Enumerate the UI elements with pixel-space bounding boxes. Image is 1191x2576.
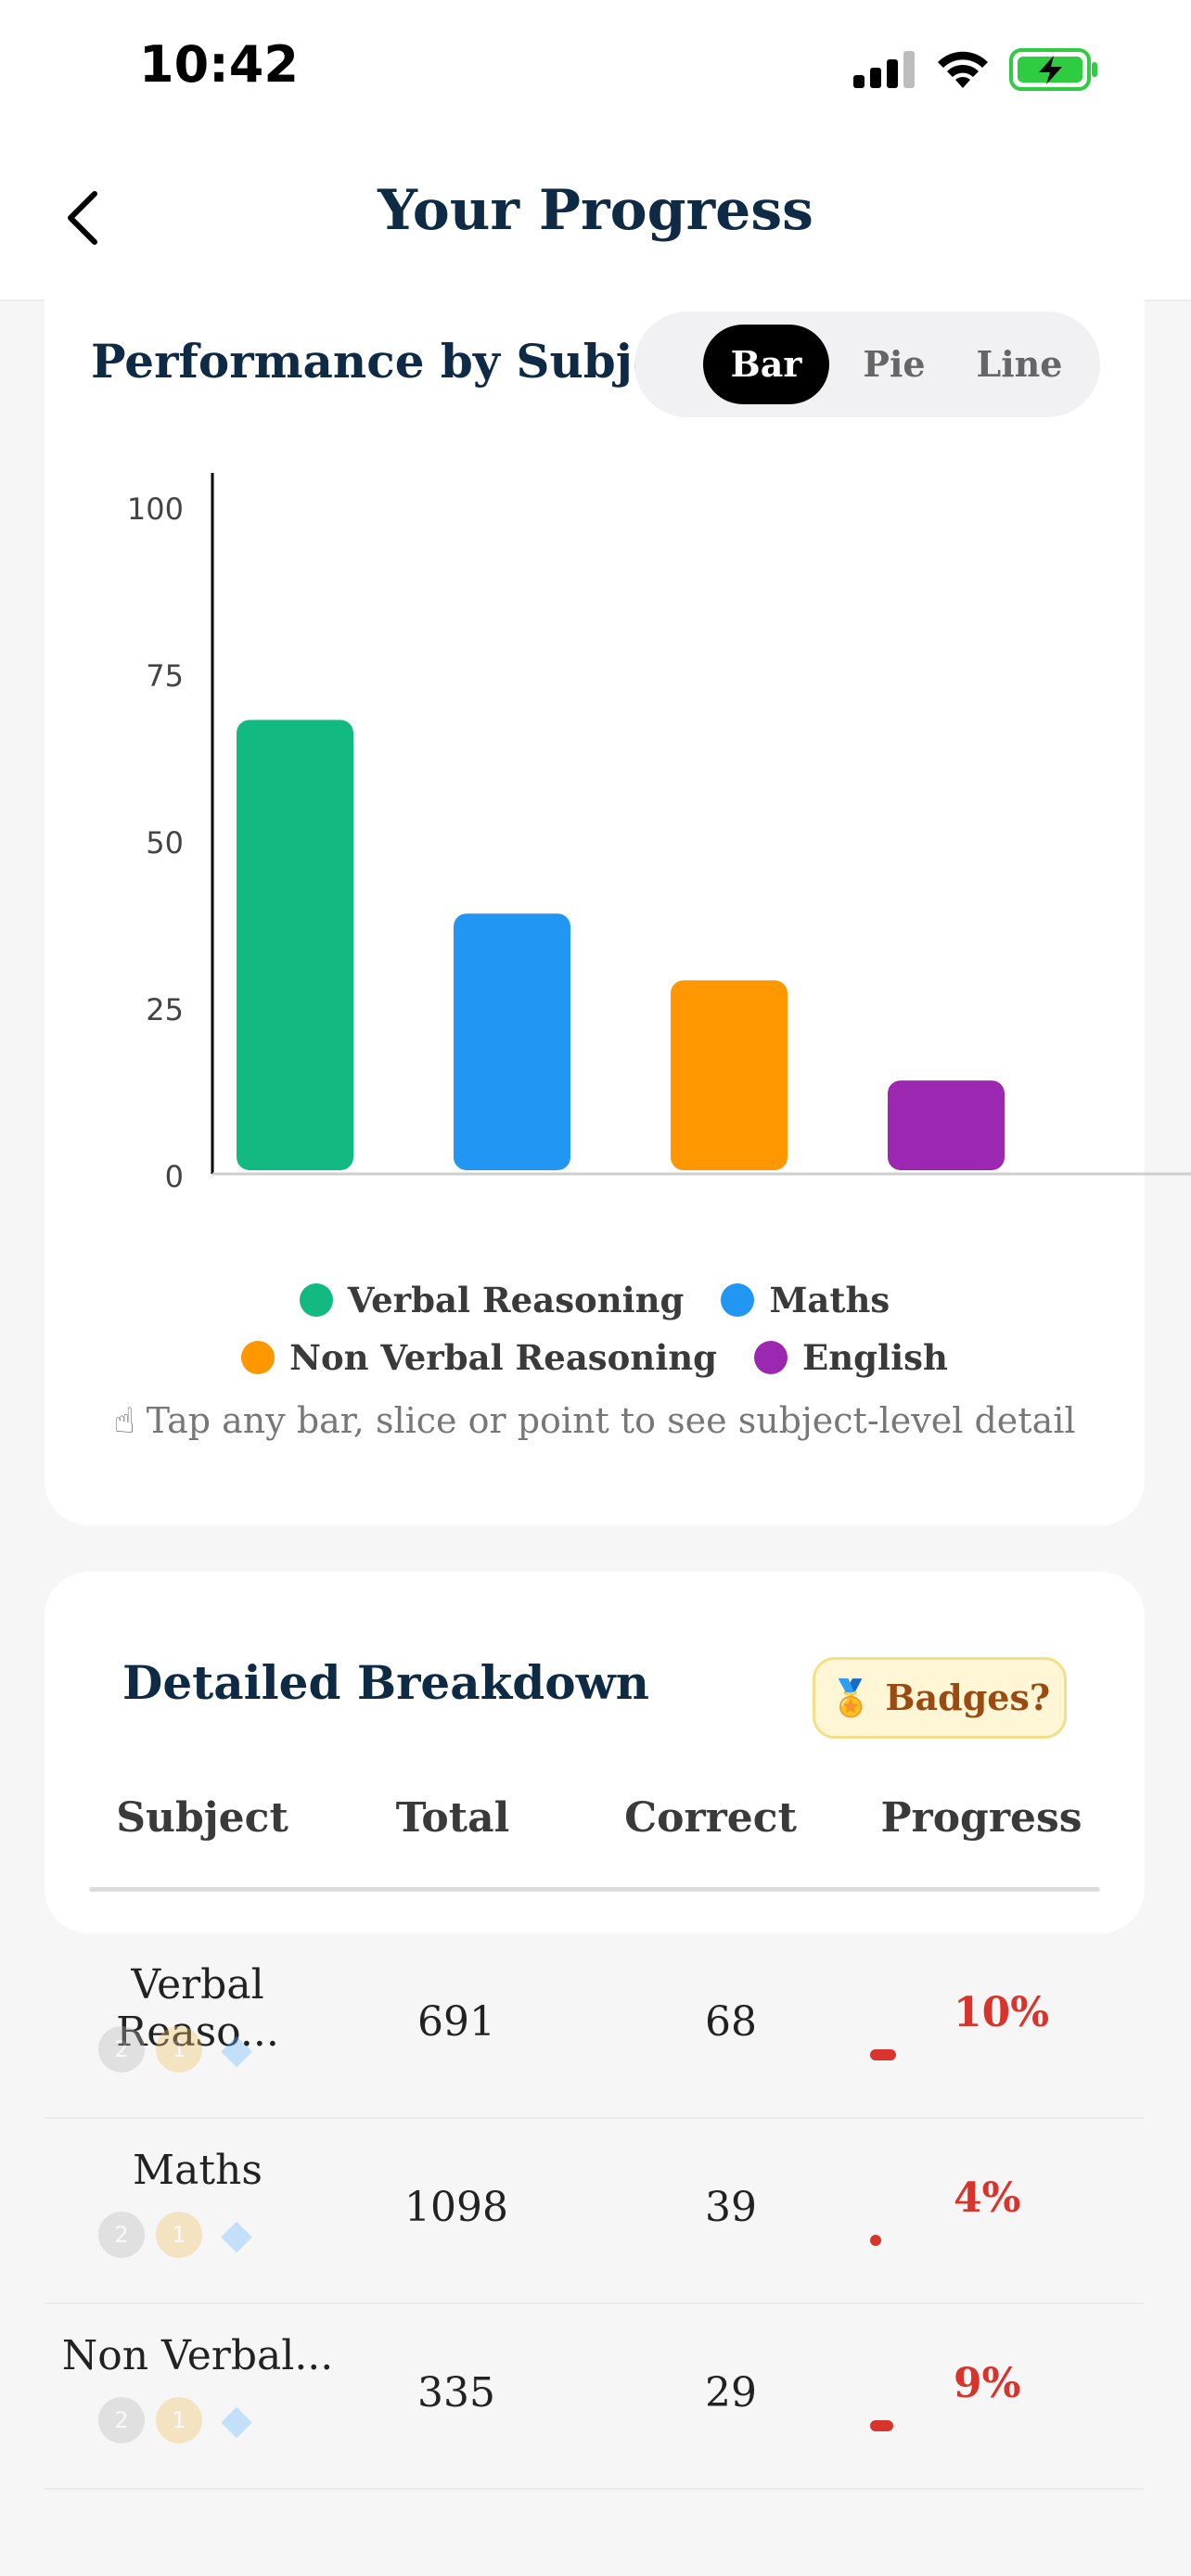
- y-tick-label: 25: [146, 992, 184, 1027]
- cell-correct: 39: [705, 2184, 757, 2231]
- legend-dot: [241, 1341, 275, 1374]
- cell-progress: 10%: [954, 1989, 1050, 2036]
- table-divider: [89, 1887, 1100, 1892]
- chart-type-pie[interactable]: Pie: [839, 325, 950, 404]
- cell-subject: Non Verbal...: [61, 2332, 334, 2379]
- status-time: 10:42: [139, 35, 299, 94]
- legend-dot: [299, 1283, 333, 1317]
- legend-item: Maths: [721, 1280, 890, 1320]
- chart-type-line[interactable]: Line: [959, 325, 1080, 404]
- row-badges: 2 1 ◆: [98, 2397, 260, 2443]
- wifi-icon: [938, 51, 988, 88]
- table-row[interactable]: Maths 2 1 ◆ 1098 39 4%: [45, 2119, 1145, 2304]
- legend-item: Verbal Reasoning: [299, 1280, 685, 1320]
- chart-type-toggle: Bar Pie Line: [634, 312, 1100, 417]
- legend-dot: [721, 1283, 755, 1317]
- legend-label: Maths: [769, 1280, 890, 1320]
- chart-hint-text: Tap any bar, slice or point to see subje…: [146, 1400, 1076, 1441]
- cell-subject: Maths: [133, 2147, 263, 2194]
- nav-header: Your Progress: [0, 130, 1191, 301]
- table-row[interactable]: Non Verbal... 2 1 ◆ 335 29 9%: [45, 2304, 1145, 2490]
- y-tick-label: 50: [146, 825, 184, 861]
- diamond-icon: ◆: [221, 2211, 252, 2258]
- cell-progress: 4%: [954, 2174, 1021, 2222]
- diamond-icon: ◆: [221, 2396, 252, 2443]
- progress-bar: [870, 2235, 881, 2246]
- silver-medal-icon: 2: [98, 2397, 145, 2443]
- silver-medal-icon: 2: [98, 2212, 145, 2258]
- bar-chart: 0 25 50 75 100: [127, 473, 1191, 1194]
- row-badges: 2 1 ◆: [98, 2026, 260, 2072]
- performance-card: Performance by Subject Bar Pie Line 0 25 5…: [45, 278, 1191, 1525]
- breakdown-card: Detailed Breakdown 🏅 Badges? Subject Tot…: [45, 1572, 1145, 1933]
- cell-total: 335: [417, 2369, 495, 2417]
- battery-charging-icon: [1009, 48, 1097, 91]
- cell-correct: 68: [705, 1998, 757, 2046]
- chart-type-bar[interactable]: Bar: [703, 325, 829, 404]
- badges-label: Badges?: [885, 1677, 1051, 1718]
- silver-medal-icon: 2: [98, 2026, 145, 2072]
- legend-dot: [754, 1341, 788, 1374]
- legend-item: Non Verbal Reasoning: [241, 1337, 717, 1378]
- status-icons: [853, 46, 1098, 93]
- chart-legend: Verbal Reasoning Maths Non Verbal Reasonin…: [45, 1280, 1145, 1378]
- progress-bar: [870, 2420, 893, 2431]
- cell-progress: 9%: [954, 2360, 1021, 2407]
- medal-icon: 🏅: [828, 1677, 874, 1718]
- bar-maths[interactable]: [454, 913, 570, 1170]
- row-badges: 2 1 ◆: [98, 2212, 260, 2258]
- page-title: Your Progress: [378, 178, 813, 243]
- diamond-icon: ◆: [221, 2025, 252, 2072]
- progress-bar: [870, 2049, 896, 2060]
- gold-medal-icon: 1: [156, 2397, 202, 2443]
- y-tick-label: 100: [127, 491, 184, 527]
- legend-label: Verbal Reasoning: [347, 1280, 685, 1320]
- chart-hint: ☝ Tap any bar, slice or point to see sub…: [45, 1400, 1145, 1441]
- bar-english[interactable]: [888, 1080, 1005, 1170]
- legend-label: Non Verbal Reasoning: [289, 1337, 718, 1378]
- bar-verbal-reasoning[interactable]: [237, 720, 353, 1170]
- column-header-progress: Progress: [880, 1794, 1082, 1842]
- cell-total: 691: [417, 1998, 495, 2046]
- gold-medal-icon: 1: [156, 2212, 202, 2258]
- gold-medal-icon: 1: [156, 2026, 202, 2072]
- performance-title: Performance by Subject: [91, 334, 712, 389]
- bar-non-verbal-reasoning[interactable]: [671, 980, 788, 1170]
- status-bar: 10:42: [0, 0, 1191, 130]
- column-header-total: Total: [395, 1794, 510, 1842]
- legend-item: English: [754, 1337, 948, 1378]
- y-tick-label: 75: [146, 658, 184, 694]
- table-row[interactable]: Verbal Reaso... 2 1 ◆ 691 68 10%: [45, 1933, 1145, 2119]
- column-header-subject: Subject: [116, 1794, 288, 1842]
- column-header-correct: Correct: [624, 1794, 797, 1842]
- breakdown-title: Detailed Breakdown: [122, 1655, 649, 1710]
- y-tick-label: 0: [165, 1159, 184, 1194]
- badges-button[interactable]: 🏅 Badges?: [813, 1657, 1067, 1739]
- cell-total: 1098: [404, 2184, 508, 2231]
- cellular-signal-icon: [853, 51, 915, 88]
- legend-label: English: [802, 1337, 948, 1378]
- cell-correct: 29: [705, 2369, 757, 2417]
- pointing-hand-icon: ☝: [113, 1400, 135, 1441]
